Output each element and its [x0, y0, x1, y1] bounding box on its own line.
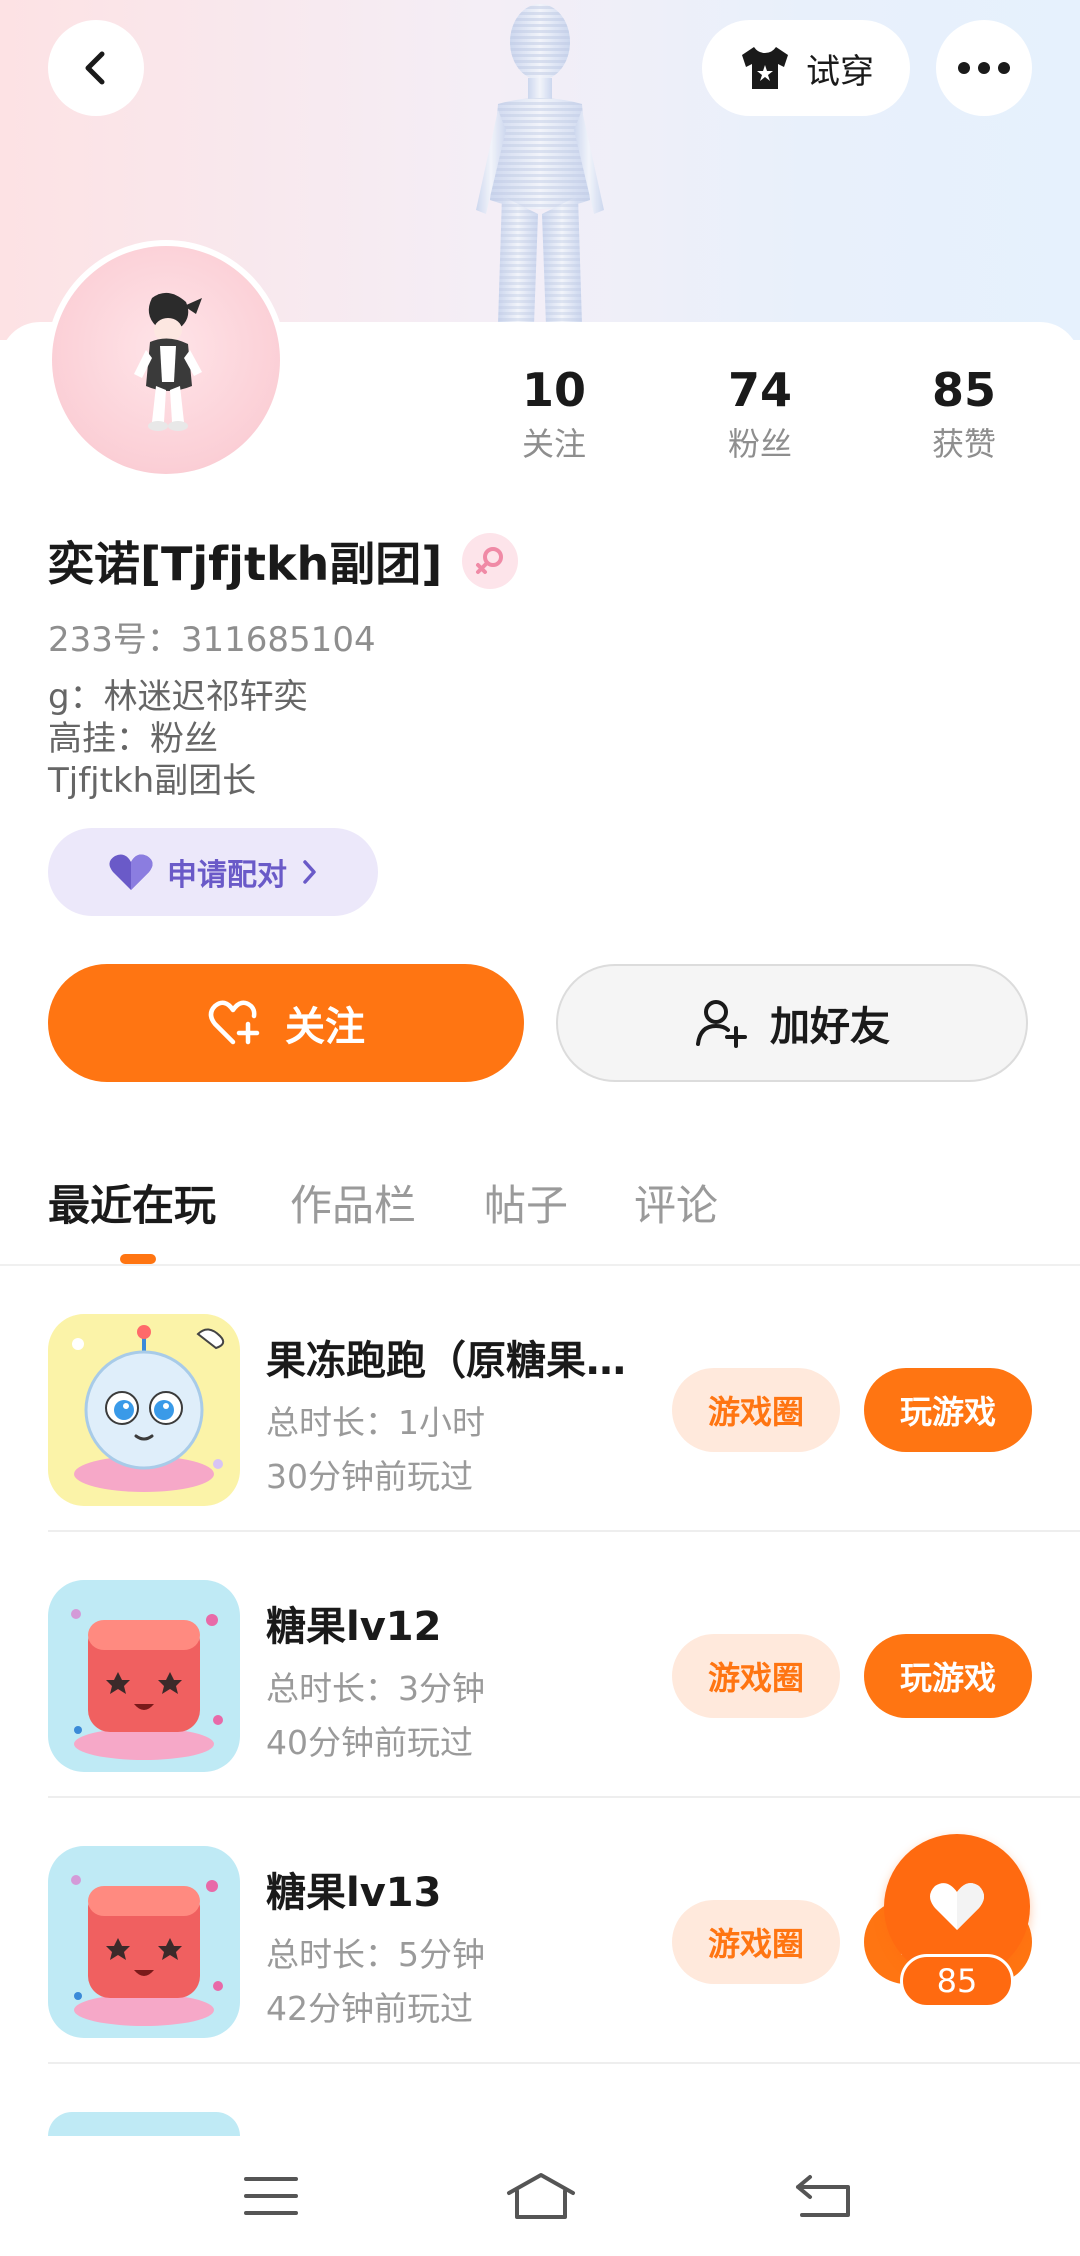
avatar-character-image [134, 292, 202, 431]
divider [48, 2062, 1080, 2064]
bio: g：林迷迟祁轩奕 高挂：粉丝 Tjfjtkh副团长 [48, 676, 308, 802]
chevron-right-icon [303, 860, 316, 884]
game-last-played: 42分钟前玩过 [266, 1989, 473, 2028]
nickname-row: 奕诺[Tjfjtkh副团] [48, 528, 519, 594]
menu-icon [244, 2177, 298, 2215]
tab-recent-played[interactable]: 最近在玩 [48, 1172, 216, 1233]
stat-likes-value: 85 [931, 363, 996, 417]
stat-fans-label: 粉丝 [727, 425, 792, 463]
tab-posts[interactable]: 帖子 [484, 1172, 568, 1233]
stat-fans-value: 74 [727, 363, 792, 417]
apply-pair-label: 申请配对 [167, 858, 287, 893]
like-count-badge: 85 [900, 1954, 1014, 2008]
female-icon [476, 547, 504, 574]
more-button[interactable] [936, 20, 1032, 116]
try-on-label: 试穿 [806, 51, 874, 92]
user-add-icon [696, 1000, 747, 1048]
stat-likes[interactable]: 85 获赞 [884, 362, 1044, 466]
play-game-button[interactable]: 玩游戏 [864, 1368, 1032, 1452]
bio-line: 高挂：粉丝 [48, 719, 218, 759]
stat-following[interactable]: 10 关注 [474, 362, 634, 466]
game-row[interactable]: 糖果lv12 总时长：3分钟 40分钟前玩过 游戏圈 玩游戏 [0, 1532, 1080, 1798]
follow-label: 关注 [285, 1004, 365, 1050]
game-icon-candy-lv12[interactable] [48, 1580, 240, 1772]
back-button[interactable] [48, 20, 144, 116]
add-friend-button[interactable]: 加好友 [556, 964, 1028, 1082]
play-game-button[interactable]: 玩游戏 [864, 1634, 1032, 1718]
nickname: 奕诺[Tjfjtkh副团] [48, 537, 443, 591]
game-duration: 总时长：5分钟 [266, 1935, 485, 1974]
back-nav-button[interactable] [778, 2166, 868, 2226]
tab-comments[interactable]: 评论 [634, 1172, 718, 1233]
avatar[interactable] [46, 240, 286, 480]
heart-icon [109, 854, 153, 890]
game-circle-button[interactable]: 游戏圈 [672, 1900, 840, 1984]
add-friend-label: 加好友 [770, 1004, 890, 1050]
tab-bar: 最近在玩 作品栏 帖子 评论 [0, 1160, 1080, 1264]
apply-pair-button[interactable]: 申请配对 [48, 828, 378, 916]
stat-following-value: 10 [521, 363, 586, 417]
try-on-button[interactable]: 试穿 [702, 20, 910, 116]
tab-works[interactable]: 作品栏 [290, 1172, 416, 1233]
chevron-left-icon [85, 51, 105, 85]
heart-plus-icon [208, 1000, 260, 1045]
game-title[interactable]: 糖果lv12 [266, 1594, 650, 1652]
system-nav-bar [0, 2136, 1080, 2256]
game-last-played: 30分钟前玩过 [266, 1457, 473, 1496]
tshirt-icon [742, 47, 788, 89]
bio-line: g：林迷迟祁轩奕 [48, 677, 308, 717]
game-duration: 总时长：3分钟 [266, 1669, 485, 1708]
game-duration: 总时长：1小时 [266, 1403, 485, 1442]
game-row[interactable]: 果冻跑跑（原糖果… 总时长：1小时 30分钟前玩过 游戏圈 玩游戏 [0, 1266, 1080, 1532]
gender-badge [462, 533, 519, 589]
home-button[interactable] [496, 2166, 586, 2226]
back-arrow-icon [796, 2175, 850, 2217]
follow-button[interactable]: 关注 [48, 964, 524, 1082]
menu-button[interactable] [226, 2166, 316, 2226]
tab-active-indicator [120, 1254, 156, 1264]
game-circle-button[interactable]: 游戏圈 [672, 1634, 840, 1718]
game-last-played: 40分钟前玩过 [266, 1723, 473, 1762]
game-circle-button[interactable]: 游戏圈 [672, 1368, 840, 1452]
game-icon-candy-lv13[interactable] [48, 1846, 240, 2038]
game-title[interactable]: 果冻跑跑（原糖果… [266, 1328, 650, 1386]
more-dots-icon [958, 62, 1010, 74]
stat-fans[interactable]: 74 粉丝 [680, 362, 840, 466]
avatar-3d-figure [476, 4, 604, 325]
game-title[interactable]: 糖果lv13 [266, 1860, 650, 1918]
game-icon-partial [48, 2112, 240, 2136]
heart-icon [930, 1883, 984, 1930]
stat-following-label: 关注 [521, 425, 586, 463]
game-icon-jelly-run[interactable] [48, 1314, 240, 1506]
user-id: 233号：311685104 [48, 620, 376, 660]
home-icon [507, 2173, 575, 2219]
bio-line: Tjfjtkh副团长 [48, 761, 257, 801]
stat-likes-label: 获赞 [931, 425, 996, 463]
